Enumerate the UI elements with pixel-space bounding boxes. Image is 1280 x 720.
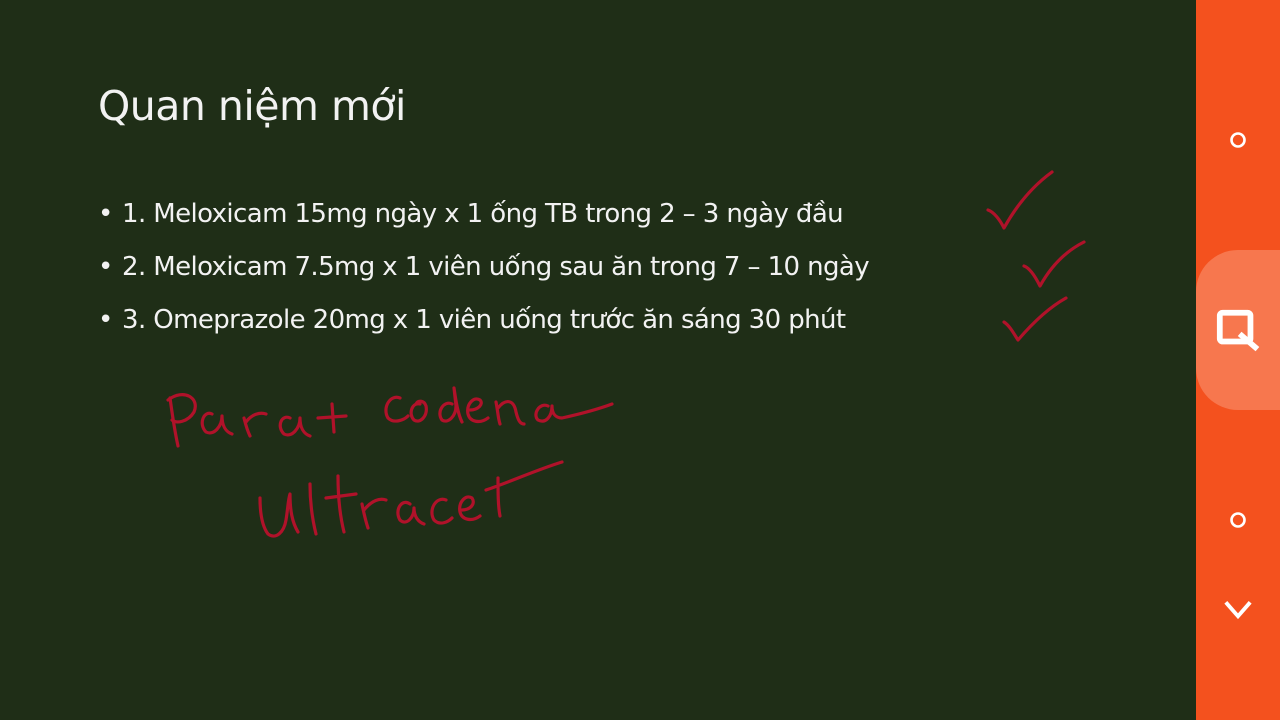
bullet-item: • 3. Omeprazole 20mg x 1 viên uống trước…	[98, 294, 869, 347]
bullet-dot: •	[98, 252, 113, 282]
check-mark	[1022, 240, 1086, 288]
handwriting-codeina	[384, 386, 614, 426]
sidebar	[1196, 0, 1280, 720]
handwriting-plus	[316, 402, 348, 434]
bullet-item: • 2. Meloxicam 7.5mg x 1 viên uống sau ă…	[98, 241, 870, 294]
bullet-text: 1. Meloxicam 15mg ngày x 1 ống TB trong …	[122, 199, 844, 229]
slide-title: Quan niệm mới	[98, 82, 406, 130]
chevron-down-icon	[1224, 601, 1252, 620]
bullet-item: • 1. Meloxicam 15mg ngày x 1 ống TB tron…	[98, 188, 869, 241]
check-mark	[986, 170, 1054, 230]
bullet-text: 3. Omeprazole 20mg x 1 viên uống trước ă…	[122, 305, 846, 335]
handwriting-para	[166, 393, 312, 448]
check-mark	[1002, 296, 1068, 342]
bullet-dot: •	[98, 305, 113, 335]
circle-button-bottom[interactable]	[1224, 506, 1252, 534]
slide-canvas: Quan niệm mới • 1. Meloxicam 15mg ngày x…	[0, 0, 1196, 720]
bullet-dot: •	[98, 199, 113, 229]
bullet-list: • 1. Meloxicam 15mg ngày x 1 ống TB tron…	[98, 188, 870, 347]
search-icon	[1216, 309, 1260, 352]
circle-icon	[1230, 132, 1246, 148]
handwriting-ultracet	[258, 460, 564, 538]
circle-icon	[1230, 512, 1246, 528]
collapse-button[interactable]	[1218, 592, 1258, 628]
search-button[interactable]	[1196, 250, 1280, 410]
circle-button-top[interactable]	[1224, 126, 1252, 154]
bullet-text: 2. Meloxicam 7.5mg x 1 viên uống sau ăn …	[122, 252, 870, 282]
